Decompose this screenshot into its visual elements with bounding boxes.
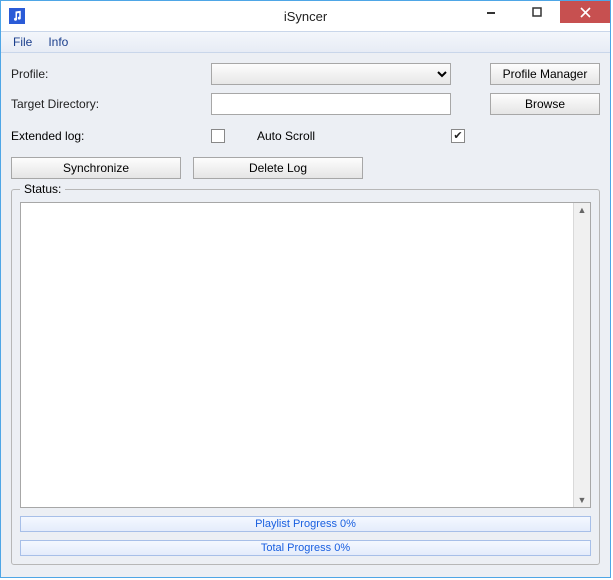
minimize-icon	[486, 7, 496, 17]
menu-file[interactable]: File	[5, 33, 40, 51]
delete-log-button[interactable]: Delete Log	[193, 157, 363, 179]
extended-log-checkbox[interactable]	[211, 129, 225, 143]
target-directory-input[interactable]	[211, 93, 451, 115]
profile-manager-button[interactable]: Profile Manager	[490, 63, 600, 85]
menu-info[interactable]: Info	[40, 33, 76, 51]
client-area: Profile: Profile Manager Target Director…	[1, 53, 610, 577]
close-button[interactable]	[560, 1, 610, 23]
total-progress-label: Total Progress 0%	[261, 542, 350, 554]
log-scrollbar[interactable]: ▲ ▼	[573, 203, 590, 507]
target-directory-row: Target Directory: Browse	[11, 93, 600, 115]
close-icon	[580, 7, 591, 18]
window-controls	[468, 1, 610, 23]
target-directory-label: Target Directory:	[11, 97, 211, 111]
auto-scroll-checkbox[interactable]	[451, 129, 465, 143]
status-legend: Status:	[20, 182, 65, 196]
extended-log-label: Extended log:	[11, 129, 211, 143]
status-group: Status: ▲ ▼ Playlist Progress 0% Total P…	[11, 189, 600, 565]
profile-label: Profile:	[11, 67, 211, 81]
synchronize-button[interactable]: Synchronize	[11, 157, 181, 179]
menubar: File Info	[1, 31, 610, 53]
options-row: Extended log: Auto Scroll	[11, 129, 600, 143]
maximize-icon	[532, 7, 542, 17]
playlist-progress-bar: Playlist Progress 0%	[20, 516, 591, 532]
minimize-button[interactable]	[468, 1, 514, 23]
profile-select[interactable]	[211, 63, 451, 85]
browse-button[interactable]: Browse	[490, 93, 600, 115]
auto-scroll-label: Auto Scroll	[257, 129, 451, 143]
log-textarea[interactable]: ▲ ▼	[20, 202, 591, 508]
profile-row: Profile: Profile Manager	[11, 63, 600, 85]
app-music-icon	[9, 8, 25, 24]
scroll-down-icon[interactable]: ▼	[578, 495, 587, 505]
titlebar: iSyncer	[1, 1, 610, 31]
maximize-button[interactable]	[514, 1, 560, 23]
action-row: Synchronize Delete Log	[11, 157, 600, 179]
playlist-progress-label: Playlist Progress 0%	[255, 518, 356, 530]
scroll-up-icon[interactable]: ▲	[578, 205, 587, 215]
app-window: iSyncer File Info Profile: Profile Manag…	[0, 0, 611, 578]
total-progress-bar: Total Progress 0%	[20, 540, 591, 556]
